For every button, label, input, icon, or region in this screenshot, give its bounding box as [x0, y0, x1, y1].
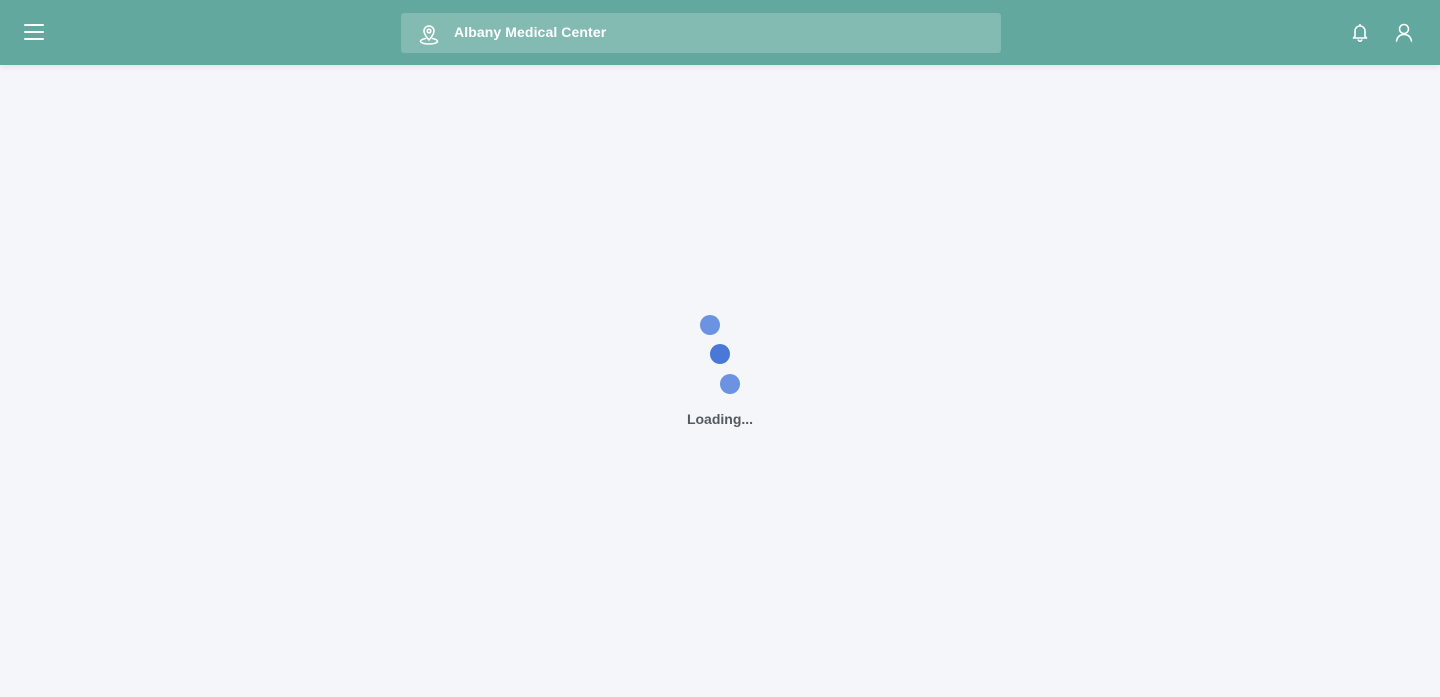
hamburger-menu-icon[interactable] — [22, 21, 46, 43]
user-icon[interactable] — [1393, 21, 1415, 43]
top-navigation-bar: Albany Medical Center — [0, 0, 1440, 65]
loading-dot — [700, 315, 720, 335]
loading-spinner — [690, 310, 750, 400]
loading-dot — [720, 374, 740, 394]
location-pin-icon — [418, 23, 440, 45]
bell-icon[interactable] — [1349, 21, 1371, 43]
loading-dot — [710, 344, 730, 364]
location-selector[interactable]: Albany Medical Center — [401, 13, 1001, 53]
loading-text: Loading... — [686, 411, 754, 427]
location-name: Albany Medical Center — [454, 24, 607, 40]
